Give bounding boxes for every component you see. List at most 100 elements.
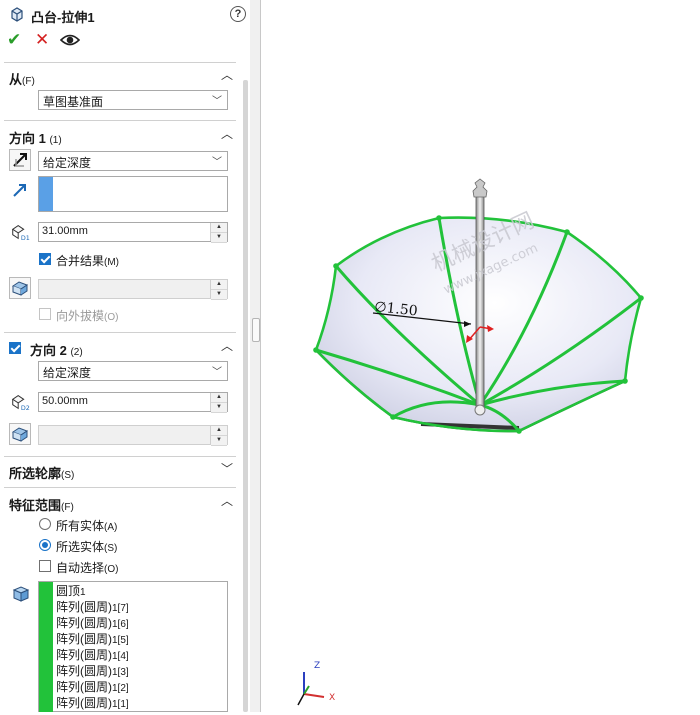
body-suffix: 1[2] [112,683,129,694]
body-suffix: 1[6] [112,619,129,630]
draft-outward-hotkey: (O) [104,312,119,323]
spin-down-icon[interactable]: ▼ [211,436,227,446]
chevron-down-icon: ﹀ [212,96,222,107]
body-suffix: 1[3] [112,667,129,678]
spin-up-icon[interactable]: ▲ [211,393,227,403]
section-dir2-hotkey: (2) [70,347,83,358]
body-name: 阵列(圆周) [56,680,112,694]
body-name: 阵列(圆周) [56,616,112,630]
section-dir1-label: 方向 1 [9,131,46,146]
chevron-down-icon: ﹀ [212,367,222,378]
feature-title: 凸台-拉伸1 [31,10,95,25]
draft-icon [11,427,29,442]
spin-down-icon[interactable]: ▼ [211,290,227,300]
auto-select-checkbox[interactable] [39,560,51,572]
section-from-header[interactable]: 从(F) ︿ [0,66,240,88]
scope-selected-bodies-text: 所选实体 [56,540,105,554]
section-dir1-header[interactable]: 方向 1 (1) ︿ [0,125,240,147]
scope-all-bodies-label: 所有实体(A) [56,517,117,534]
boss-extrude-icon [11,7,23,22]
dir2-draft-angle-stepper[interactable]: ▲ ▼ [210,426,227,446]
body-name: 阵列(圆周) [56,648,112,662]
section-contours-label: 所选轮廓 [9,466,62,481]
draft-toggle-button[interactable] [9,277,31,299]
body-name: 阵列(圆周) [56,696,112,710]
dir2-end-condition-combo[interactable]: 给定深度 ﹀ [38,361,228,381]
umbrella-model[interactable]: ∅1.50 机械设计网 www.jxage.com Z X [261,0,700,712]
preview-eye-icon[interactable] [60,33,80,47]
chevron-up-icon[interactable]: ︿ [221,125,233,142]
spin-up-icon[interactable]: ▲ [211,223,227,233]
shaft-hub [474,404,486,416]
dir1-depth-stepper[interactable]: ▲ ▼ [210,223,227,243]
body-name: 阵列(圆周) [56,664,112,678]
auto-select-hotkey: (O) [104,564,119,575]
dir1-end-condition-value: 给定深度 [43,156,92,170]
reverse-direction-button[interactable] [9,149,31,171]
section-scope-hotkey: (F) [61,502,74,513]
dir2-enable-checkbox[interactable] [9,342,21,354]
section-scope-label: 特征范围 [9,498,62,513]
section-dir2-header[interactable]: 方向 2 (2) ︿ [0,337,240,359]
auto-select-text: 自动选择 [56,561,105,575]
title-bar: 凸台-拉伸1 ? [0,0,250,28]
umbrella-finial [472,178,488,198]
chevron-up-icon[interactable]: ︿ [221,66,233,83]
scope-selected-bodies-label: 所选实体(S) [56,538,117,555]
help-icon[interactable]: ? [230,6,246,22]
merge-result-text: 合并结果 [56,254,105,268]
depth-d2-icon: D2 [11,395,30,412]
chevron-up-icon[interactable]: ︿ [221,492,233,509]
dir2-depth-input[interactable]: 50.00mm ▲ ▼ [38,392,228,413]
draft-angle-stepper[interactable]: ▲ ▼ [210,280,227,300]
panel-scrollbar[interactable] [243,80,248,712]
scope-selected-bodies-hotkey: (S) [104,543,118,554]
draft-angle-input[interactable]: ▲ ▼ [38,279,228,300]
depth-d1-icon: D1 [11,225,30,242]
section-contours-header[interactable]: 所选轮廓(S) ﹀ [0,460,240,482]
scope-all-bodies-hotkey: (A) [104,522,118,533]
draft-outward-checkbox[interactable] [39,308,51,320]
spin-down-icon[interactable]: ▼ [211,403,227,413]
direction-vector-field[interactable] [38,176,228,212]
body-name: 圆顶 [56,584,81,598]
graphics-viewport[interactable]: ∅1.50 机械设计网 www.jxage.com Z X [261,0,700,712]
dir1-depth-input[interactable]: 31.00mm ▲ ▼ [38,222,228,243]
section-from-label: 从 [9,72,23,87]
solid-body-icon [12,586,30,602]
merge-result-checkbox[interactable] [39,253,51,265]
bodies-list[interactable]: 圆顶1 阵列(圆周)1[7] 阵列(圆周)1[6] 阵列(圆周)1[5] 阵列(… [38,581,228,712]
collapse-handle[interactable] [252,318,260,342]
panel-splitter[interactable] [250,0,261,712]
spin-up-icon[interactable]: ▲ [211,280,227,290]
merge-result-hotkey: (M) [104,257,120,268]
cancel-button[interactable]: ✕ [35,30,49,50]
triad-z-label: Z [314,661,320,671]
section-dir1-hotkey: (1) [49,135,62,146]
spin-down-icon[interactable]: ▼ [211,233,227,243]
dir2-draft-toggle-button[interactable] [9,423,31,445]
dir2-draft-angle-input[interactable]: ▲ ▼ [38,425,228,446]
separator [4,332,236,333]
ok-button[interactable]: ✔ [7,30,21,50]
section-contours-hotkey: (S) [61,470,75,481]
scope-all-bodies-radio[interactable] [39,518,51,530]
dir2-depth-stepper[interactable]: ▲ ▼ [210,393,227,413]
chevron-down-icon[interactable]: ﹀ [221,460,233,477]
triad-x-label: X [329,693,335,703]
from-combo[interactable]: 草图基准面 ﹀ [38,90,228,110]
scope-all-bodies-text: 所有实体 [56,519,105,533]
separator [4,487,236,488]
chevron-up-icon[interactable]: ︿ [221,337,233,354]
scope-selected-bodies-radio[interactable] [39,539,51,551]
selection-color-bar [39,582,53,712]
draft-outward-text: 向外拔模 [56,309,105,323]
list-item[interactable]: 阵列(圆周)1[1] [56,695,129,712]
spin-up-icon[interactable]: ▲ [211,426,227,436]
section-scope-header[interactable]: 特征范围(F) ︿ [0,492,240,514]
draft-outward-label: 向外拔模(O) [56,307,118,324]
reference-triad: Z X [297,661,335,706]
dir2-depth-value: 50.00mm [42,395,88,407]
dir1-end-condition-combo[interactable]: 给定深度 ﹀ [38,151,228,171]
direction-vector-icon [13,184,26,197]
